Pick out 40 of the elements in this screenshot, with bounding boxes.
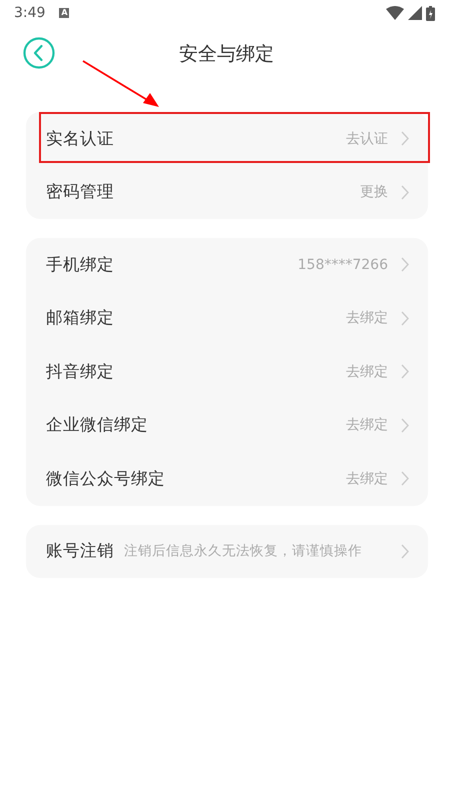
back-icon [23, 37, 55, 69]
row-label: 企业微信绑定 [46, 414, 148, 436]
settings-row[interactable]: 手机绑定 158****7266 [26, 238, 428, 292]
back-button[interactable] [22, 36, 56, 70]
signal-icon [408, 6, 422, 20]
status-time: 3:49 [14, 5, 46, 21]
settings-row[interactable]: 邮箱绑定 去绑定 [26, 292, 428, 345]
row-label: 手机绑定 [46, 254, 114, 276]
row-value: 去绑定 [346, 416, 388, 434]
row-value: 去绑定 [346, 470, 388, 488]
row-value: 更换 [360, 183, 388, 202]
row-label: 抖音绑定 [46, 360, 114, 383]
chevron-right-icon [400, 184, 410, 200]
chevron-right-icon [400, 310, 410, 326]
row-value: 158****7266 [298, 256, 388, 273]
chevron-right-icon [400, 544, 410, 559]
chevron-right-icon [400, 131, 410, 146]
chevron-right-icon [400, 364, 410, 380]
row-label: 邮箱绑定 [46, 307, 114, 330]
wifi-icon [386, 6, 404, 20]
row-label: 账号注销 [46, 540, 114, 562]
settings-row[interactable]: 微信公众号绑定 去绑定 [26, 452, 428, 506]
row-value: 去绑定 [346, 362, 388, 381]
settings-row[interactable]: 实名认证 去认证 [26, 112, 428, 166]
row-label: 密码管理 [46, 181, 114, 204]
row-value: 去认证 [346, 130, 388, 148]
chevron-right-icon [400, 418, 410, 433]
row-value: 去绑定 [346, 309, 388, 328]
chevron-right-icon [400, 471, 410, 486]
settings-row[interactable]: 企业微信绑定 去绑定 [26, 398, 428, 452]
page-title: 安全与绑定 [179, 42, 274, 67]
row-label: 微信公众号绑定 [46, 468, 165, 490]
battery-icon [426, 6, 435, 20]
row-description: 注销后信息永久无法恢复，请谨慎操作 [124, 542, 362, 560]
row-label: 实名认证 [46, 128, 114, 150]
settings-row[interactable]: 密码管理 更换 [26, 166, 428, 219]
notification-icon: A [59, 8, 70, 18]
settings-row[interactable]: 账号注销 注销后信息永久无法恢复，请谨慎操作 [26, 524, 428, 578]
settings-row[interactable]: 抖音绑定 去绑定 [26, 345, 428, 398]
chevron-right-icon [400, 257, 410, 272]
